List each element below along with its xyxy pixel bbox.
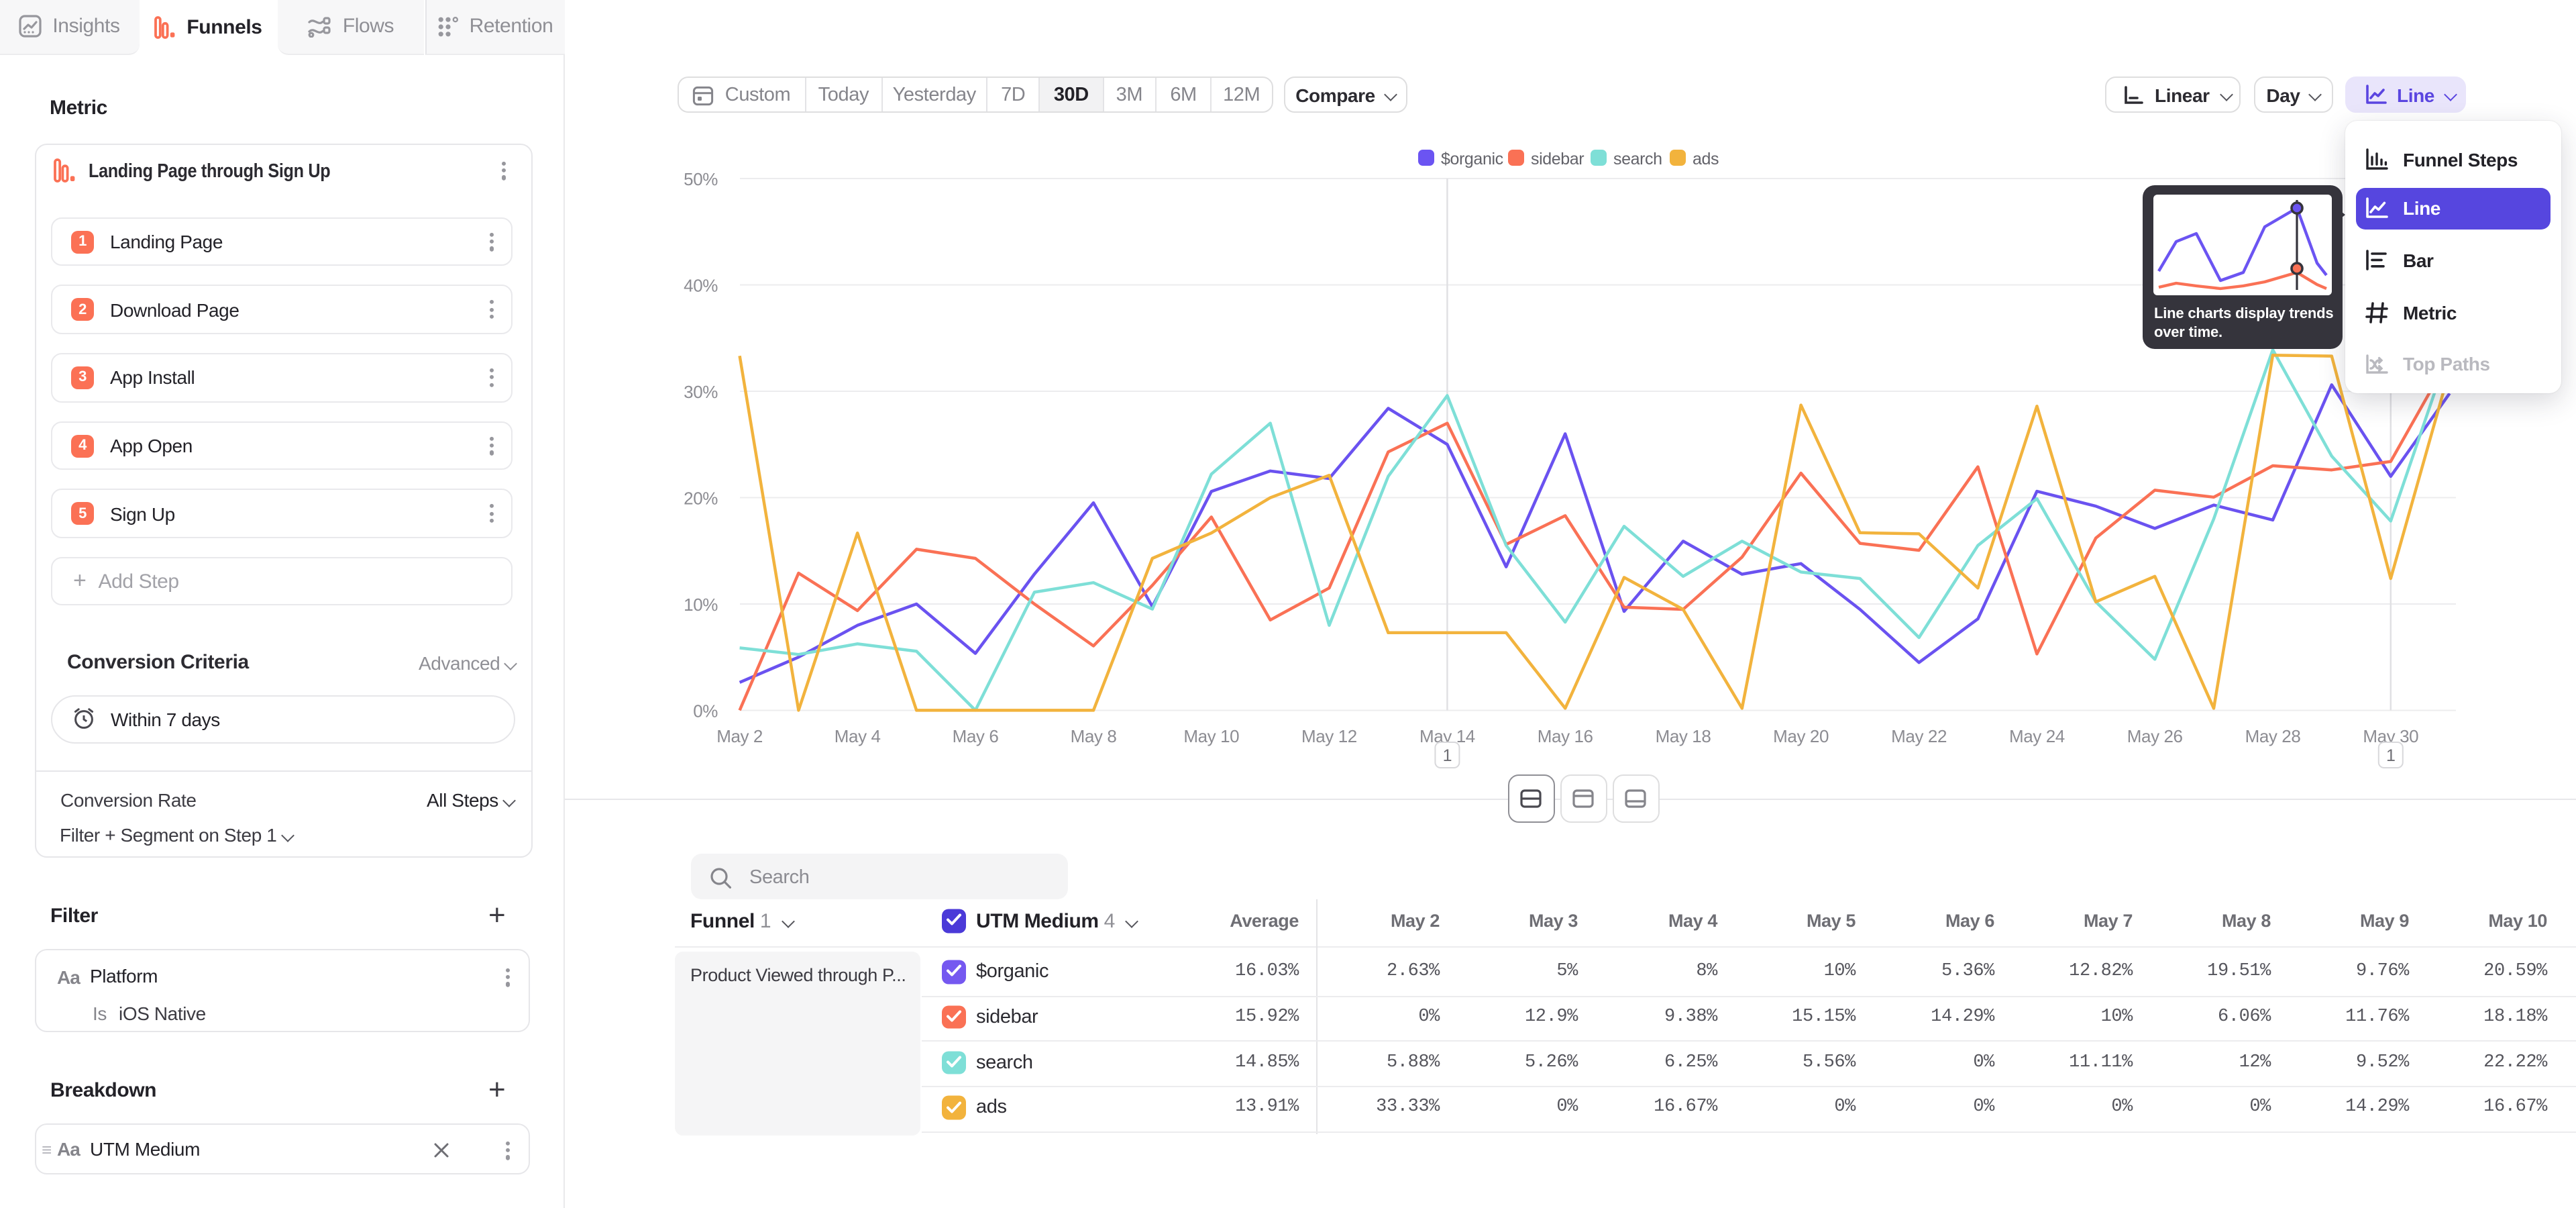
svg-text:ads: ads	[1692, 150, 1718, 168]
svg-text:May 2: May 2	[716, 726, 762, 746]
svg-text:20%: 20%	[683, 489, 717, 509]
svg-text:1: 1	[1442, 746, 1452, 765]
svg-text:May 6: May 6	[952, 726, 998, 746]
svg-text:May 18: May 18	[1655, 726, 1711, 746]
svg-text:May 20: May 20	[1772, 726, 1828, 746]
svg-text:May 8: May 8	[1070, 726, 1116, 746]
svg-text:May 22: May 22	[1890, 726, 1946, 746]
svg-text:May 10: May 10	[1183, 726, 1238, 746]
svg-text:search: search	[1613, 150, 1662, 168]
svg-text:40%: 40%	[683, 276, 717, 296]
svg-text:0%: 0%	[692, 701, 717, 721]
svg-text:sidebar: sidebar	[1530, 150, 1583, 168]
svg-text:50%: 50%	[683, 169, 717, 189]
svg-text:30%: 30%	[683, 382, 717, 402]
svg-text:$organic: $organic	[1440, 150, 1503, 168]
svg-text:May 26: May 26	[2127, 726, 2182, 746]
svg-text:May 12: May 12	[1301, 726, 1356, 746]
svg-text:May 24: May 24	[2008, 726, 2064, 746]
svg-text:May 16: May 16	[1537, 726, 1593, 746]
svg-text:1: 1	[2385, 746, 2395, 765]
svg-text:May 4: May 4	[834, 726, 880, 746]
svg-text:May 28: May 28	[2245, 726, 2300, 746]
svg-text:10%: 10%	[683, 595, 717, 615]
